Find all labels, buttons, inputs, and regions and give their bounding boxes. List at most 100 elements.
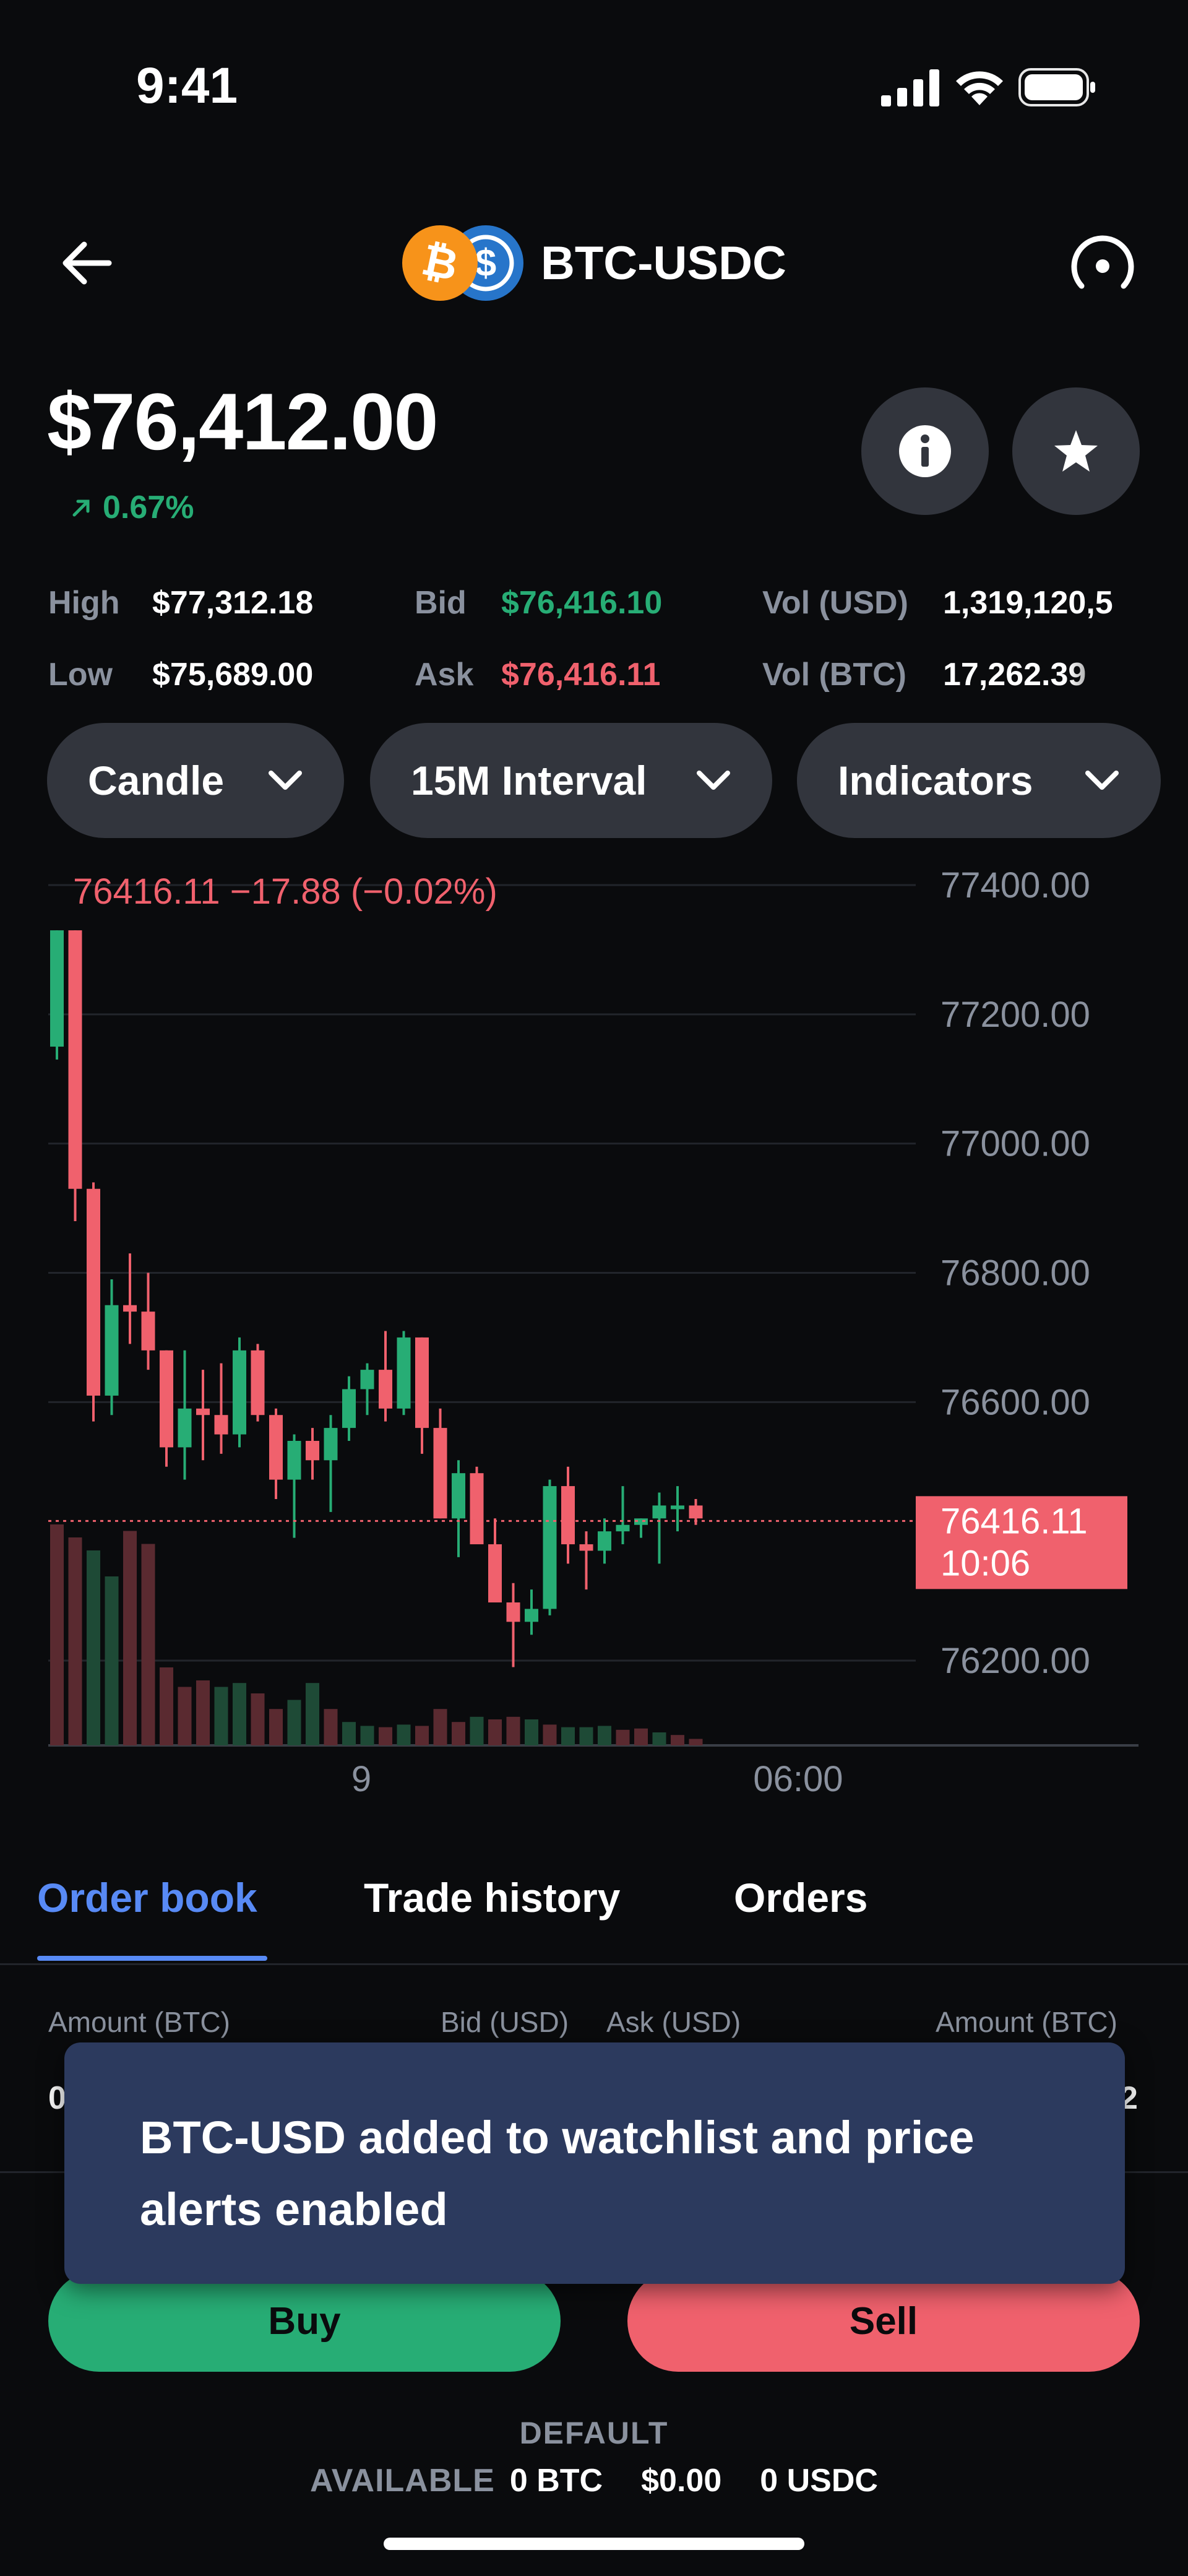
volume-bar (306, 1683, 319, 1745)
candle-body (433, 1428, 447, 1519)
arrow-left-icon (62, 241, 112, 285)
candle-body (68, 930, 82, 1189)
volume-bar (598, 1726, 611, 1745)
volume-bar (561, 1727, 575, 1745)
candle-body (87, 1188, 100, 1396)
volume-bar (251, 1693, 265, 1745)
candle-body (415, 1337, 429, 1428)
home-indicator (384, 2538, 804, 2550)
wifi-icon (953, 67, 1006, 111)
cellular-signal-icon (881, 69, 943, 110)
volume-bar (543, 1724, 557, 1745)
arrow-up-right-icon (72, 499, 90, 517)
candle-body (579, 1544, 593, 1551)
price-chart[interactable]: 77400.00 77200.00 77000.00 76800.00 76600.00… (0, 854, 1188, 1820)
volume-bar (433, 1709, 447, 1745)
y-tick-label: 76200.00 (940, 1641, 1090, 1681)
volume-bar (105, 1576, 119, 1745)
volume-bar (397, 1724, 411, 1745)
volume-bar (452, 1722, 465, 1745)
price-change: 0.67% (69, 489, 194, 526)
info-button[interactable] (861, 387, 989, 515)
volume-bar (616, 1729, 630, 1745)
candle-body (214, 1415, 228, 1435)
candle-body (652, 1505, 666, 1519)
bitcoin-icon: ₿ (402, 225, 478, 301)
candle-body (251, 1350, 265, 1416)
buy-button[interactable]: Buy (48, 2270, 561, 2372)
balance-usdc: 0 USDC (760, 2463, 878, 2499)
candle-body (525, 1609, 538, 1622)
low-value: $75,689.00 (152, 657, 314, 693)
candle-body (488, 1544, 502, 1603)
candle-body (324, 1428, 338, 1461)
vol-btc-label: Vol (BTC) (762, 657, 906, 693)
indicators-label: Indicators (838, 758, 1033, 803)
y-tick-label: 76800.00 (940, 1253, 1090, 1294)
volume-bar (415, 1726, 429, 1745)
ask-label: Ask (415, 657, 474, 693)
volume-bar (379, 1727, 392, 1745)
buy-label: Buy (268, 2299, 341, 2343)
sell-button[interactable]: Sell (627, 2270, 1140, 2372)
tab-trade-history[interactable]: Trade history (364, 1874, 620, 1921)
x-tick-label: 06:00 (753, 1759, 843, 1799)
volume-bar (506, 1716, 520, 1745)
candle-body (397, 1337, 411, 1409)
volume-bar (579, 1727, 593, 1745)
tab-order-book[interactable]: Order book (37, 1874, 257, 1921)
candle-body (506, 1602, 520, 1622)
vol-btc-value: 17,262.39 (943, 657, 1087, 693)
chart-type-dropdown[interactable]: Candle (47, 723, 344, 838)
interval-dropdown[interactable]: 15M Interval (370, 723, 772, 838)
candle-body (689, 1505, 703, 1519)
volume-bar (160, 1667, 173, 1745)
gauge-icon (1071, 235, 1134, 289)
volume-bar (689, 1739, 703, 1745)
x-tick-label: 9 (351, 1759, 371, 1799)
chevron-down-icon (269, 771, 302, 790)
candle-body (233, 1350, 246, 1435)
candle-body (196, 1408, 210, 1416)
volume-bar (470, 1716, 484, 1745)
info-icon (899, 425, 951, 477)
last-price-time: 10:06 (940, 1543, 1030, 1583)
toast-notification[interactable]: BTC-USD added to watchlist and price ale… (64, 2042, 1125, 2284)
current-price: $76,412.00 (47, 376, 439, 467)
candle-body (616, 1524, 630, 1532)
order-row-left-value: 0 (48, 2080, 66, 2116)
candle-body (287, 1440, 301, 1480)
available-label: AVAILABLE (310, 2463, 495, 2499)
pair-name: BTC-USDC (541, 236, 786, 290)
toast-message: BTC-USD added to watchlist and price ale… (140, 2112, 975, 2235)
back-button[interactable] (56, 232, 118, 294)
indicators-dropdown[interactable]: Indicators (797, 723, 1161, 838)
chevron-down-icon (1085, 771, 1119, 790)
candle-body (379, 1370, 392, 1409)
balance-btc: 0 BTC (509, 2463, 603, 2499)
volume-bar (196, 1680, 210, 1745)
volume-bar (287, 1700, 301, 1745)
col-amount-btc-right: Amount (BTC) (936, 2006, 1117, 2038)
candle-body (123, 1305, 137, 1312)
chart-type-label: Candle (88, 758, 225, 803)
y-tick-label: 77000.00 (940, 1124, 1090, 1164)
bid-label: Bid (415, 585, 467, 621)
candle-body (141, 1312, 155, 1351)
ask-value: $76,416.11 (501, 657, 661, 693)
volume-bar (141, 1544, 155, 1745)
volume-bar (652, 1732, 666, 1745)
balance-usd: $0.00 (641, 2463, 722, 2499)
y-tick-label: 77200.00 (940, 995, 1090, 1035)
battery-icon (1018, 68, 1096, 110)
tab-active-indicator (37, 1956, 267, 1961)
vol-usd-value: 1,319,120,5 (943, 585, 1113, 621)
volume-bar (269, 1709, 283, 1745)
watchlist-star-button[interactable] (1012, 387, 1140, 515)
candle-body (452, 1473, 465, 1519)
y-tick-label: 77400.00 (940, 865, 1090, 905)
tabs-divider (0, 1963, 1188, 1965)
tab-orders[interactable]: Orders (734, 1874, 867, 1921)
gauge-button[interactable] (1069, 233, 1136, 300)
volume-bar (525, 1719, 538, 1745)
